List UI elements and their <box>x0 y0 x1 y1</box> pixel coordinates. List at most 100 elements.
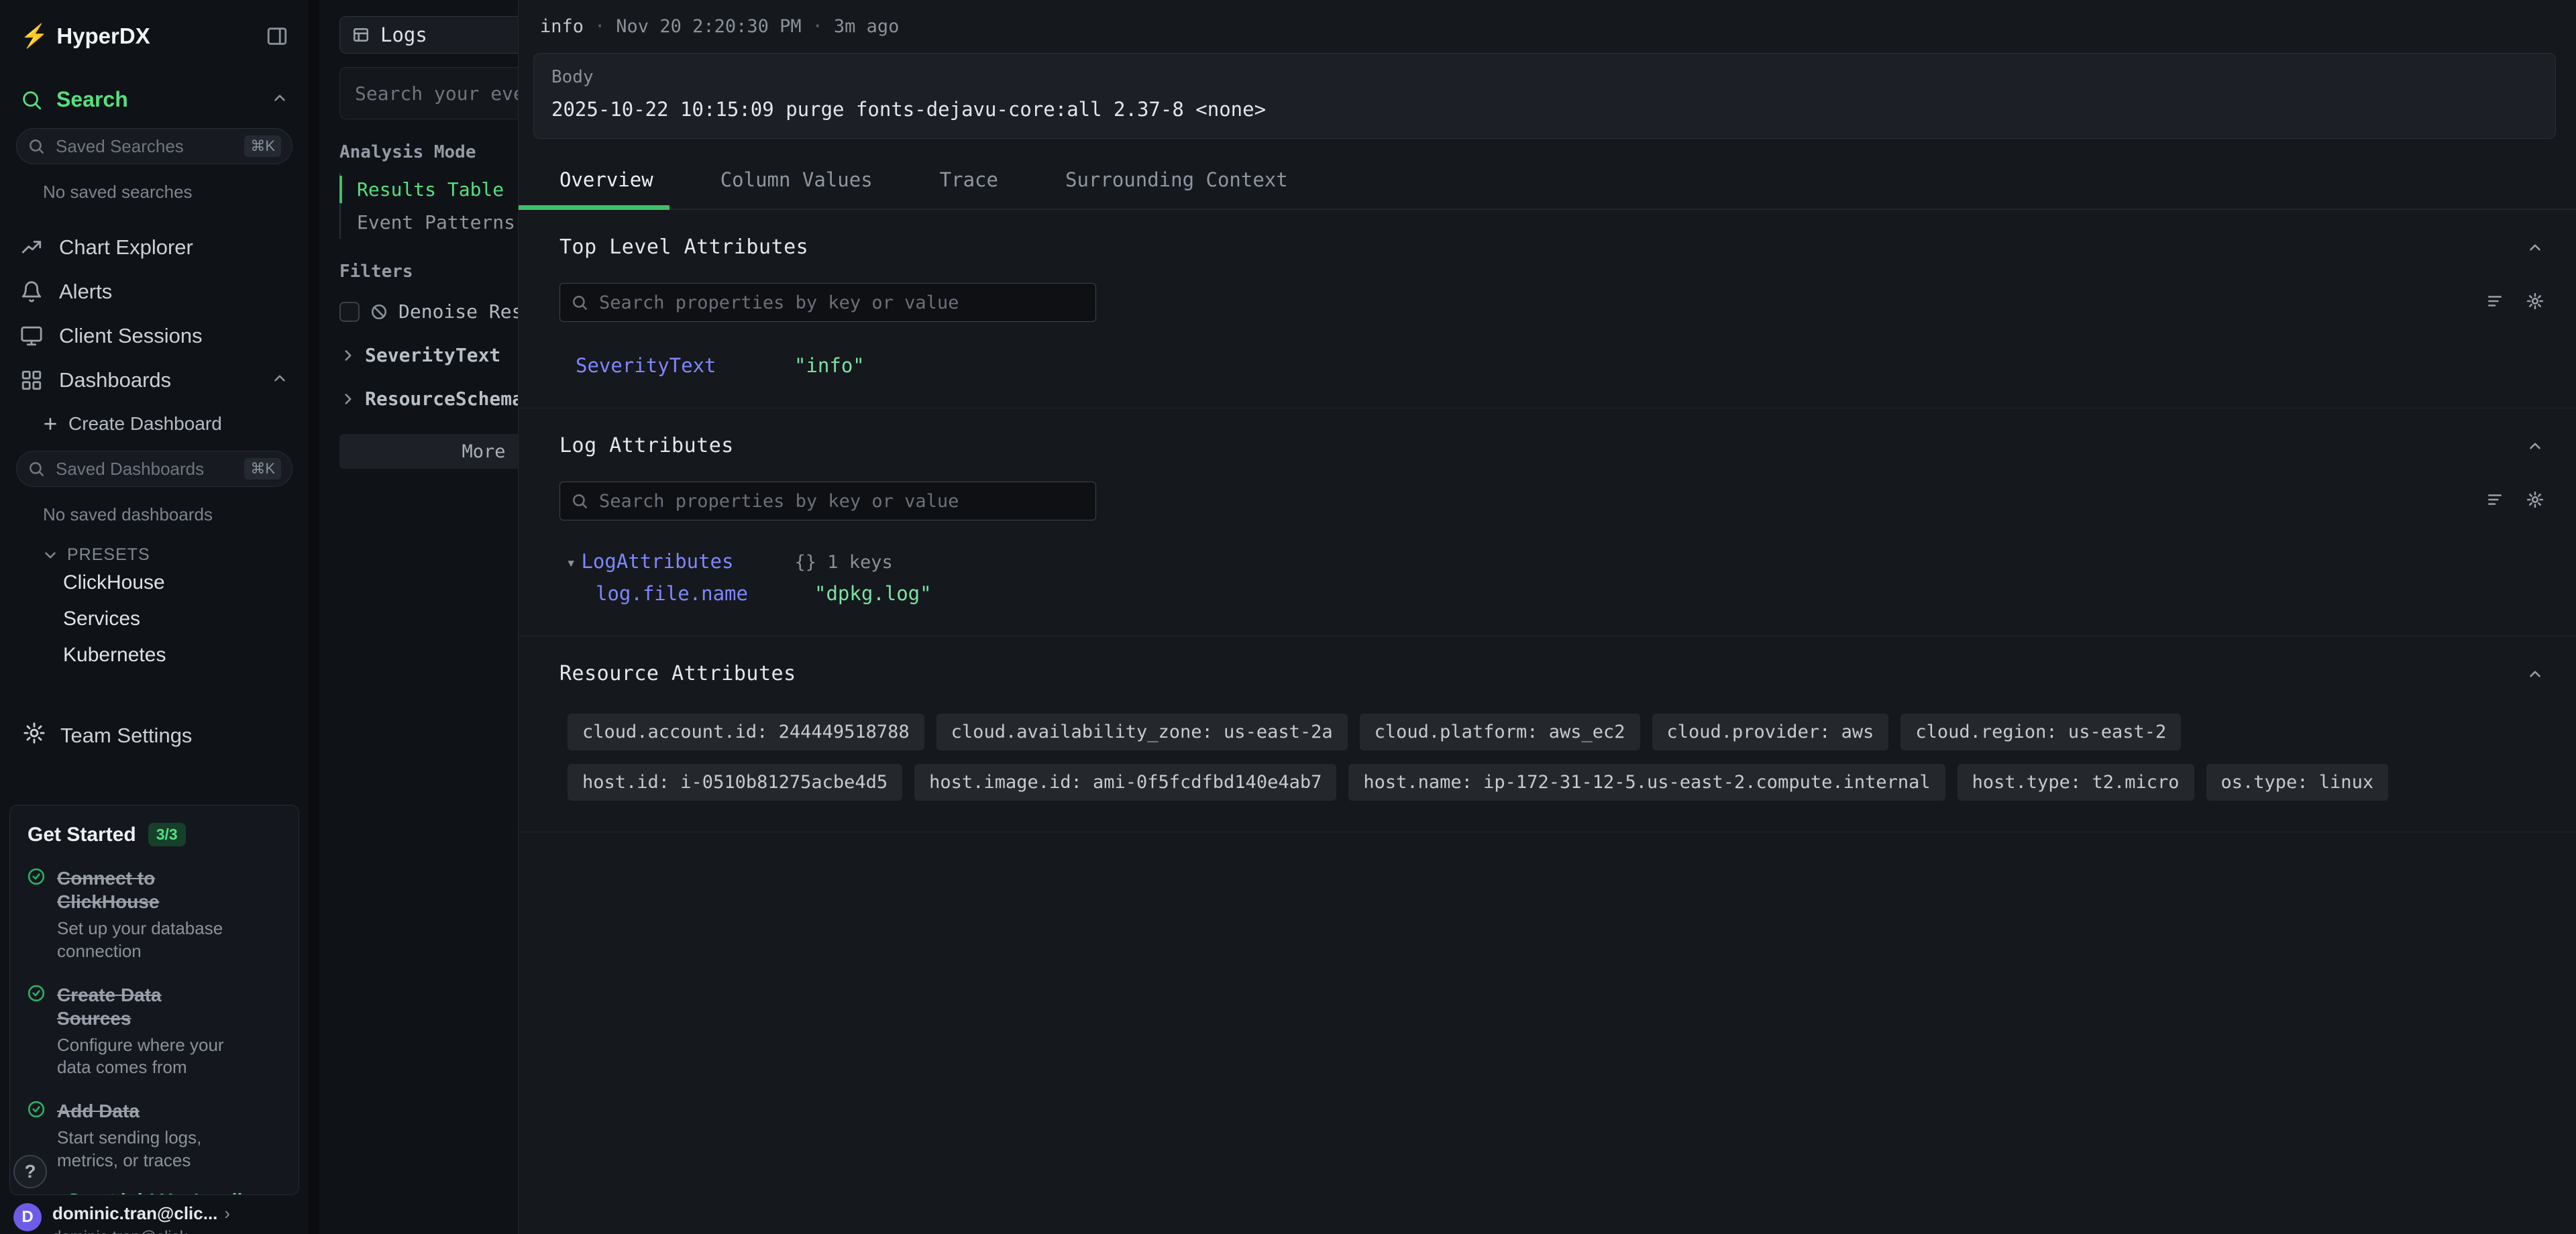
presets-toggle[interactable]: PRESETS <box>42 545 309 565</box>
saved-dashboards-input[interactable] <box>54 458 235 480</box>
sidebar-item-chart-explorer[interactable]: Chart Explorer <box>0 225 309 270</box>
create-dashboard-button[interactable]: Create Dashboard <box>42 413 309 435</box>
resource-chip[interactable]: host.id: i-0510b81275acbe4d5 <box>568 764 902 801</box>
gear-icon[interactable] <box>2526 491 2544 511</box>
resource-chip[interactable]: cloud.region: us-east-2 <box>1900 714 2181 750</box>
nav-label: Chart Explorer <box>59 235 193 260</box>
filter-group-label: SeverityText <box>365 344 500 366</box>
resource-chip[interactable]: cloud.platform: aws_ec2 <box>1360 714 1640 750</box>
shortcut-badge: ⌘K <box>244 458 281 480</box>
property-search-box[interactable] <box>559 283 1096 322</box>
line-wrap-icon[interactable] <box>2486 491 2504 511</box>
get-started-item-desc: Set up your database connection <box>57 917 252 963</box>
tab-column-values[interactable]: Column Values <box>720 168 873 209</box>
check-circle-icon <box>28 868 45 963</box>
resource-chip[interactable]: host.name: ip-172-31-12-5.us-east-2.comp… <box>1348 764 1945 801</box>
sidebar-item-alerts[interactable]: Alerts <box>0 270 309 314</box>
denoise-checkbox[interactable] <box>339 302 360 322</box>
resource-chip[interactable]: host.type: t2.micro <box>1957 764 2194 801</box>
no-saved-dashboards-text: No saved dashboards <box>43 504 309 525</box>
property-search-input[interactable] <box>598 292 1085 314</box>
log-age: 3m ago <box>834 16 900 37</box>
more-filters-button[interactable]: More filters <box>339 434 518 469</box>
tab-surrounding-context[interactable]: Surrounding Context <box>1065 168 1288 209</box>
collapse-section-button[interactable] <box>2526 437 2544 455</box>
get-started-title: Get Started <box>28 824 136 846</box>
collapse-sidebar-button[interactable] <box>266 25 288 48</box>
attributes-tree: ▾ LogAttributes {} 1 keys log.file.name … <box>559 550 2544 605</box>
resource-attribute-chips: cloud.account.id: 244449518788 cloud.ava… <box>559 714 2518 801</box>
get-started-item-add-data[interactable]: Add Data Start sending logs, metrics, or… <box>28 1099 281 1172</box>
resource-chip[interactable]: cloud.provider: aws <box>1652 714 1889 750</box>
filter-group-resourceschemaurl[interactable]: ResourceSchemaUrl <box>339 388 518 410</box>
get-started-footer-text: Great job! You're all <box>28 1190 281 1195</box>
log-body-box: Body 2025-10-22 10:15:09 purge fonts-dej… <box>533 53 2556 139</box>
saved-dashboards-search[interactable]: ⌘K <box>16 451 292 487</box>
event-search-input[interactable] <box>354 82 518 105</box>
circle-slash-icon <box>370 303 388 321</box>
mode-event-patterns[interactable]: Event Patterns <box>341 206 518 239</box>
table-icon <box>352 26 370 44</box>
divider <box>309 0 319 1234</box>
get-started-progress-badge: 3/3 <box>148 823 186 846</box>
sidebar-item-team-settings[interactable]: Team Settings <box>23 722 309 750</box>
saved-searches-search[interactable]: ⌘K <box>16 128 292 164</box>
line-wrap-icon[interactable] <box>2486 292 2504 313</box>
saved-searches-input[interactable] <box>54 135 235 158</box>
source-selector[interactable]: Logs <box>339 16 518 54</box>
preset-item-clickhouse[interactable]: ClickHouse <box>0 565 309 601</box>
tab-overview[interactable]: Overview <box>559 168 653 209</box>
resource-chip[interactable]: host.image.id: ami-0f5fcdfbd140e4ab7 <box>914 764 1336 801</box>
section-title: Top Level Attributes <box>559 235 808 259</box>
user-menu[interactable]: D dominic.tran@clic... › dominic.tran@cl… <box>0 1198 309 1234</box>
attribute-row[interactable]: SeverityText "info" <box>559 354 2544 377</box>
filters-label: Filters <box>339 262 518 282</box>
preset-item-services[interactable]: Services <box>0 601 309 637</box>
sidebar-item-dashboards[interactable]: Dashboards <box>0 358 309 402</box>
chevron-down-icon <box>42 547 59 564</box>
attribute-key[interactable]: log.file.name <box>596 582 814 605</box>
event-search-box[interactable] <box>339 67 518 119</box>
get-started-item-connect[interactable]: Connect to ClickHouse Set up your databa… <box>28 866 281 963</box>
resource-chip[interactable]: cloud.account.id: 244449518788 <box>568 714 924 750</box>
collapse-section-button[interactable] <box>2526 665 2544 683</box>
source-label: Logs <box>380 23 427 46</box>
preset-item-kubernetes[interactable]: Kubernetes <box>0 637 309 673</box>
filter-group-label: ResourceSchemaUrl <box>365 388 518 410</box>
app-logo[interactable]: ⚡ HyperDX <box>20 23 150 50</box>
resource-chip[interactable]: os.type: linux <box>2206 764 2389 801</box>
collapse-section-button[interactable] <box>2526 239 2544 256</box>
bolt-icon: ⚡ <box>20 23 48 50</box>
tree-root-row[interactable]: ▾ LogAttributes {} 1 keys <box>559 550 2544 573</box>
section-resource-attributes: Resource Attributes cloud.account.id: 24… <box>519 636 2576 832</box>
tree-root-key[interactable]: LogAttributes <box>581 550 794 573</box>
denoise-results-option[interactable]: Denoise Resul <box>339 300 518 323</box>
chevron-up-icon[interactable] <box>271 87 288 112</box>
question-mark-icon: ? <box>24 1161 36 1182</box>
attribute-value[interactable]: "info" <box>794 354 865 377</box>
attribute-key[interactable]: SeverityText <box>576 354 794 377</box>
resource-chip[interactable]: cloud.availability_zone: us-east-2a <box>936 714 1348 750</box>
denoise-label: Denoise Resul <box>398 300 518 323</box>
gear-icon[interactable] <box>2526 292 2544 313</box>
filter-group-severitytext[interactable]: SeverityText <box>339 344 518 366</box>
caret-down-icon[interactable]: ▾ <box>566 553 576 572</box>
shortcut-badge: ⌘K <box>244 135 281 157</box>
chevron-right-icon <box>339 347 357 364</box>
mode-results-table[interactable]: Results Table <box>341 173 518 206</box>
sidebar-item-search[interactable]: Search <box>0 87 309 112</box>
property-search-input[interactable] <box>598 490 1085 512</box>
tab-trace[interactable]: Trace <box>940 168 998 209</box>
chevron-up-icon[interactable] <box>271 368 288 392</box>
property-search-box[interactable] <box>559 482 1096 520</box>
bell-icon <box>20 280 43 303</box>
sidebar-header: ⚡ HyperDX <box>0 0 309 50</box>
attribute-row[interactable]: log.file.name "dpkg.log" <box>559 582 2544 605</box>
nav-label: Alerts <box>59 280 112 304</box>
get-started-item-desc: Configure where your data comes from <box>57 1034 252 1080</box>
sidebar-item-client-sessions[interactable]: Client Sessions <box>0 314 309 358</box>
separator-dot: · <box>594 16 605 37</box>
attribute-value[interactable]: "dpkg.log" <box>814 582 932 605</box>
get-started-item-sources[interactable]: Create Data Sources Configure where your… <box>28 983 281 1080</box>
help-button[interactable]: ? <box>13 1155 47 1188</box>
